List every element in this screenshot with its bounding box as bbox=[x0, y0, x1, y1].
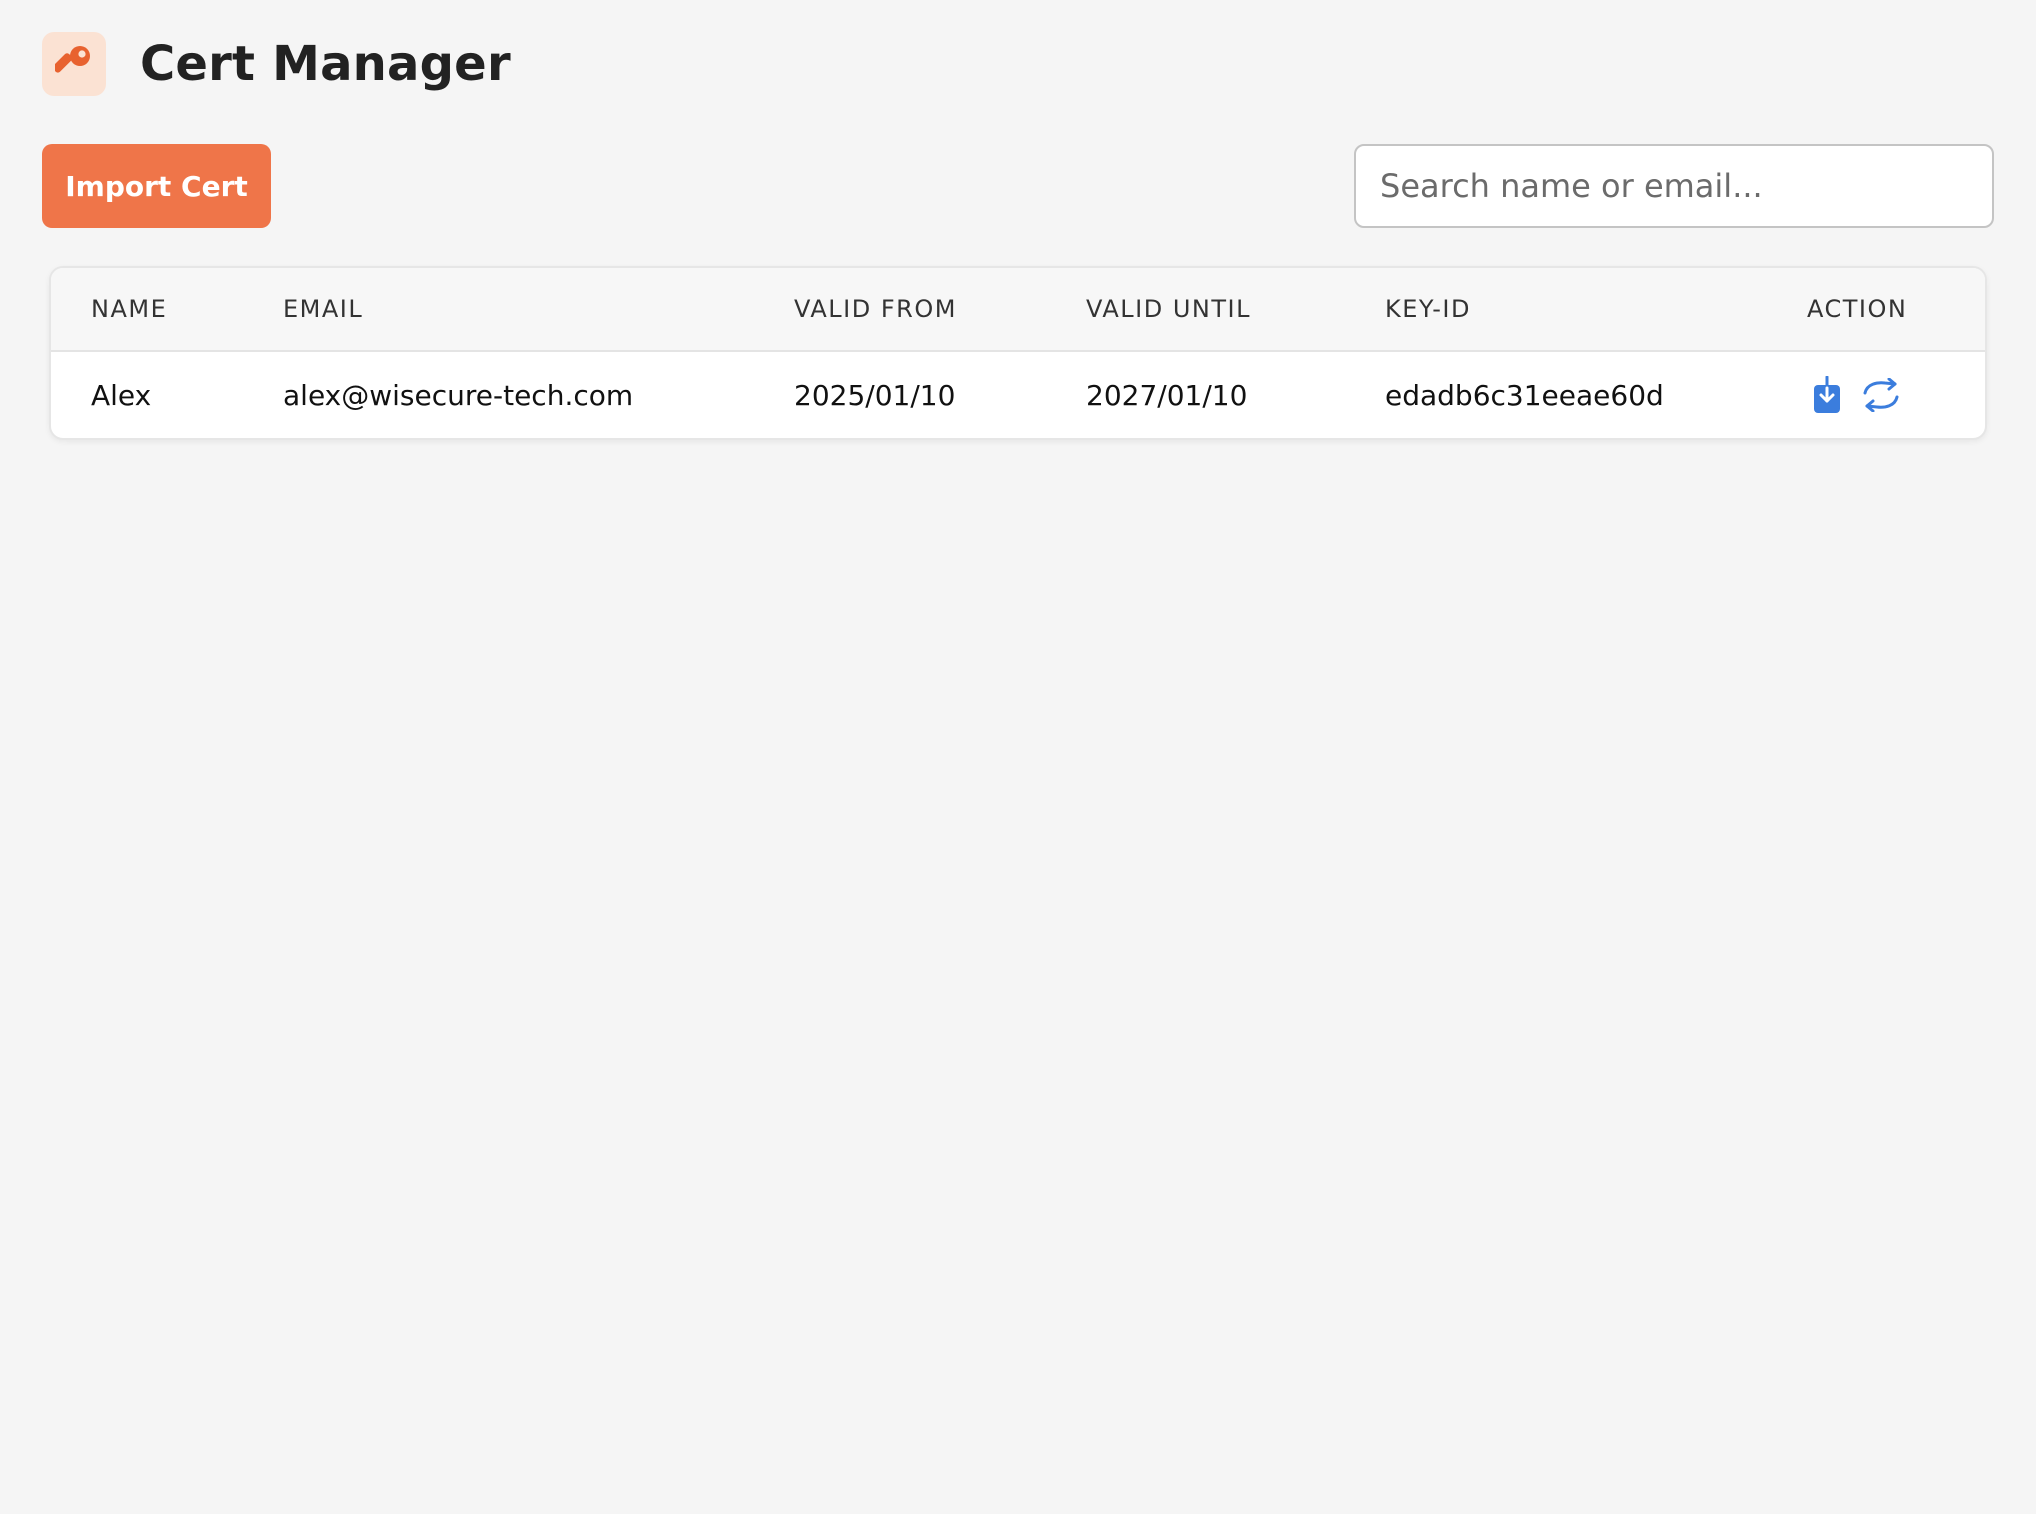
column-header-key-id: KEY-ID bbox=[1385, 295, 1471, 323]
table-header: NAME EMAIL VALID FROM VALID UNTIL KEY-ID… bbox=[51, 268, 1985, 352]
app-logo bbox=[42, 32, 106, 96]
import-cert-button[interactable]: Import Cert bbox=[42, 144, 271, 228]
cell-valid-from: 2025/01/10 bbox=[794, 379, 956, 412]
page-title: Cert Manager bbox=[140, 36, 511, 92]
cell-valid-until: 2027/01/10 bbox=[1086, 379, 1248, 412]
column-header-email: EMAIL bbox=[283, 295, 364, 323]
renew-button[interactable] bbox=[1861, 377, 1901, 415]
renew-icon bbox=[1861, 377, 1901, 415]
column-header-valid-until: VALID UNTIL bbox=[1086, 295, 1251, 323]
cert-manager-app: Cert Manager Import Cert NAME EMAIL VALI… bbox=[0, 0, 2036, 1514]
key-icon bbox=[52, 43, 93, 85]
row-actions bbox=[1813, 375, 1901, 417]
search-input[interactable] bbox=[1354, 144, 1994, 228]
table-row: Alex alex@wisecure-tech.com 2025/01/10 2… bbox=[51, 352, 1985, 438]
cert-table: NAME EMAIL VALID FROM VALID UNTIL KEY-ID… bbox=[49, 266, 1987, 440]
column-header-action: ACTION bbox=[1807, 295, 1908, 323]
download-button[interactable] bbox=[1813, 375, 1841, 417]
page-header: Cert Manager bbox=[42, 32, 511, 96]
download-icon bbox=[1813, 375, 1841, 417]
cell-key-id: edadb6c31eeae60d bbox=[1385, 379, 1664, 412]
cell-name: Alex bbox=[91, 379, 152, 412]
column-header-valid-from: VALID FROM bbox=[794, 295, 957, 323]
cell-email: alex@wisecure-tech.com bbox=[283, 379, 634, 412]
column-header-name: NAME bbox=[91, 295, 168, 323]
